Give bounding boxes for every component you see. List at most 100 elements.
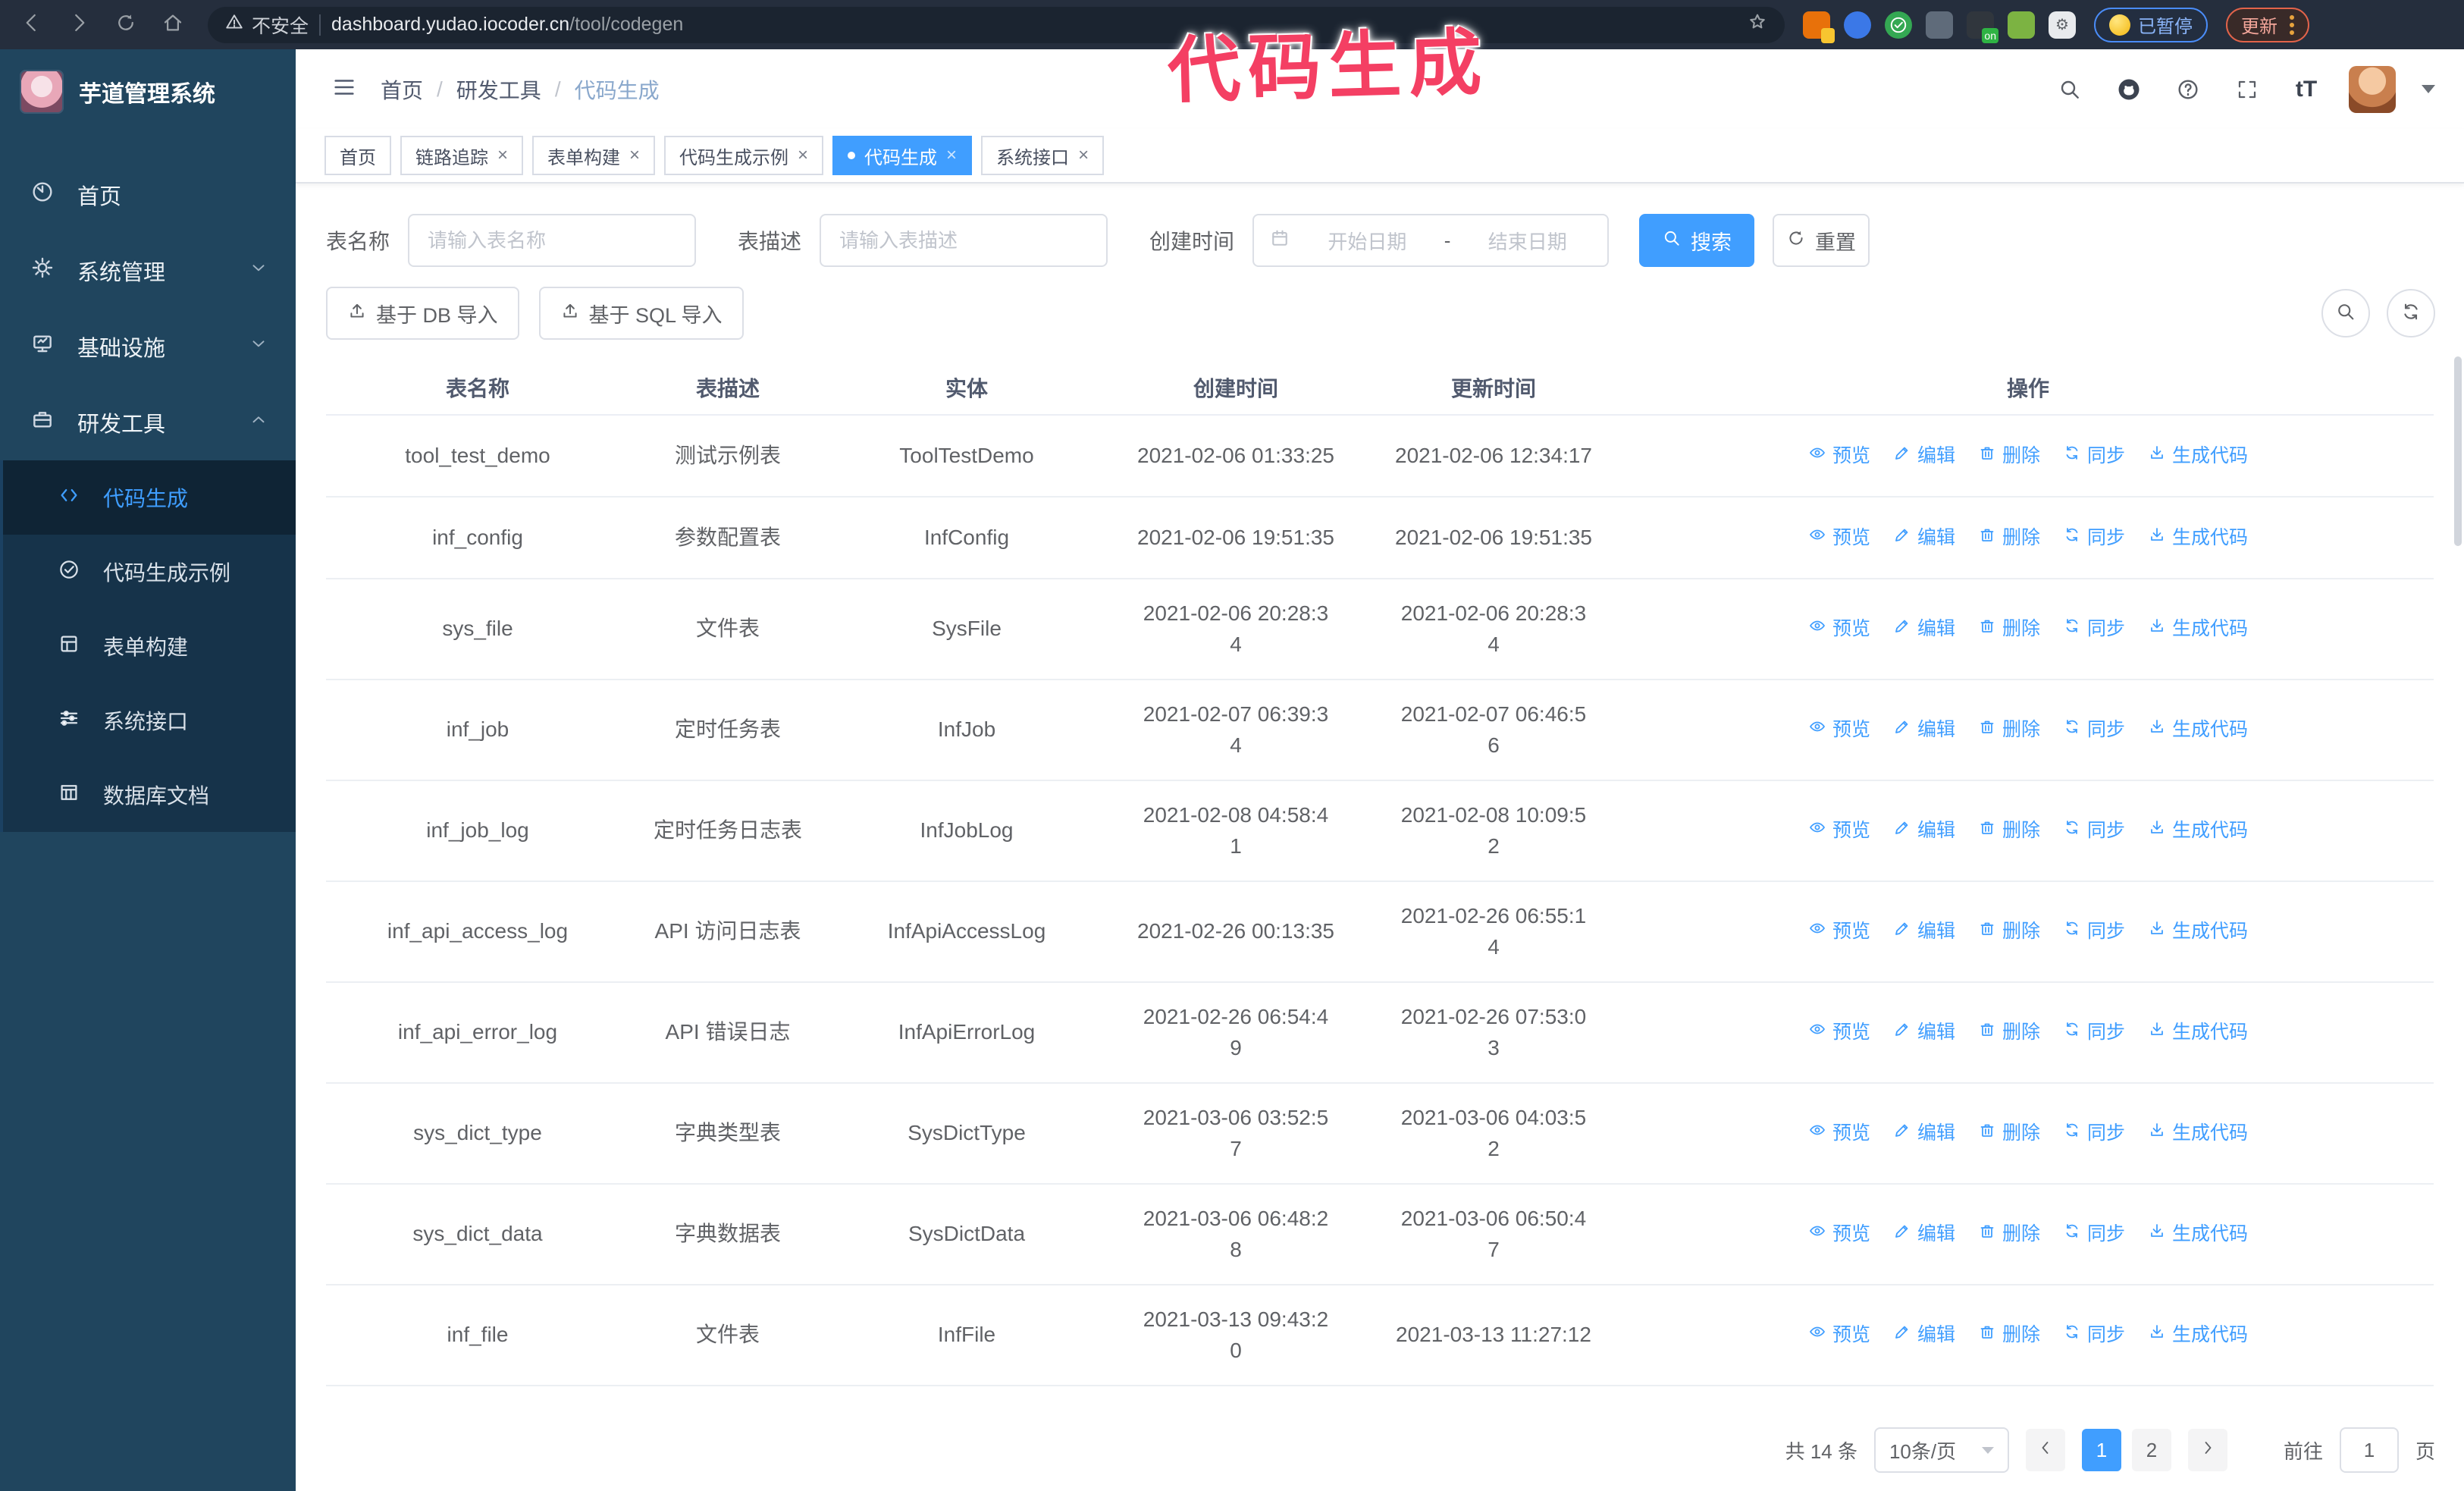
action-生成代码[interactable]: 生成代码 <box>2148 615 2248 642</box>
action-编辑[interactable]: 编辑 <box>1893 1019 1955 1046</box>
action-编辑[interactable]: 编辑 <box>1893 1119 1955 1147</box>
close-icon[interactable]: × <box>629 146 640 165</box>
refresh-table-button[interactable] <box>2387 289 2435 337</box>
tab-表单构建[interactable]: 表单构建 × <box>532 136 656 175</box>
tab-代码生成示例[interactable]: 代码生成示例 × <box>664 136 824 175</box>
bookmark-star-icon[interactable] <box>1747 11 1768 38</box>
action-同步[interactable]: 同步 <box>2063 1220 2125 1248</box>
action-同步[interactable]: 同步 <box>2063 1321 2125 1348</box>
sidebar-subitem-代码生成示例[interactable]: 代码生成示例 <box>3 535 296 609</box>
reset-button[interactable]: 重置 <box>1773 214 1870 267</box>
kebab-menu-icon[interactable] <box>2290 14 2294 35</box>
action-同步[interactable]: 同步 <box>2063 524 2125 551</box>
goto-page-input[interactable] <box>2339 1427 2399 1473</box>
action-预览[interactable]: 预览 <box>1808 524 1870 551</box>
import-sql-button[interactable]: 基于 SQL 导入 <box>538 287 744 340</box>
close-icon[interactable]: × <box>497 146 508 165</box>
breadcrumb-item[interactable]: 研发工具 <box>456 74 541 105</box>
browser-forward-button[interactable] <box>59 5 99 45</box>
action-编辑[interactable]: 编辑 <box>1893 442 1955 469</box>
action-同步[interactable]: 同步 <box>2063 1119 2125 1147</box>
toggle-search-button[interactable] <box>2321 289 2370 337</box>
extension-green-check[interactable] <box>1885 11 1912 39</box>
breadcrumb-item[interactable]: 首页 <box>381 74 423 105</box>
action-编辑[interactable]: 编辑 <box>1893 1321 1955 1348</box>
action-删除[interactable]: 删除 <box>1978 918 2040 945</box>
browser-home-button[interactable] <box>153 5 193 45</box>
sidebar-item-基础设施[interactable]: 基础设施 <box>0 309 296 385</box>
action-预览[interactable]: 预览 <box>1808 1019 1870 1046</box>
fullscreen-icon[interactable] <box>2230 73 2264 106</box>
action-生成代码[interactable]: 生成代码 <box>2148 442 2248 469</box>
close-icon[interactable]: × <box>798 146 808 165</box>
action-预览[interactable]: 预览 <box>1808 716 1870 743</box>
security-chip[interactable]: 不安全 <box>224 11 309 39</box>
action-删除[interactable]: 删除 <box>1978 1321 2040 1348</box>
date-range-picker[interactable]: 开始日期 - 结束日期 <box>1252 214 1610 267</box>
sidebar-logo-row[interactable]: 芋道管理系统 <box>0 49 296 134</box>
action-编辑[interactable]: 编辑 <box>1893 817 1955 844</box>
table-name-input[interactable] <box>408 214 697 267</box>
sidebar-subitem-系统接口[interactable]: 系统接口 <box>3 683 296 758</box>
search-button[interactable]: 搜索 <box>1639 214 1755 267</box>
action-删除[interactable]: 删除 <box>1978 1119 2040 1147</box>
tab-首页[interactable]: 首页 <box>324 136 391 175</box>
extension-puzzle[interactable]: ⚙ <box>2049 11 2076 39</box>
sidebar-subitem-表单构建[interactable]: 表单构建 <box>3 609 296 683</box>
action-编辑[interactable]: 编辑 <box>1893 615 1955 642</box>
tab-系统接口[interactable]: 系统接口 × <box>981 136 1105 175</box>
action-同步[interactable]: 同步 <box>2063 615 2125 642</box>
close-icon[interactable]: × <box>1078 146 1089 165</box>
action-删除[interactable]: 删除 <box>1978 1019 2040 1046</box>
browser-reload-button[interactable] <box>106 5 146 45</box>
action-编辑[interactable]: 编辑 <box>1893 1220 1955 1248</box>
action-生成代码[interactable]: 生成代码 <box>2148 918 2248 945</box>
search-icon[interactable] <box>2053 73 2086 106</box>
action-生成代码[interactable]: 生成代码 <box>2148 1019 2248 1046</box>
close-icon[interactable]: × <box>946 146 957 165</box>
help-icon[interactable] <box>2171 73 2205 106</box>
scrollbar-thumb[interactable] <box>2454 356 2462 546</box>
page-button-2[interactable]: 2 <box>2131 1429 2171 1471</box>
address-bar[interactable]: 不安全 dashboard.yudao.iocoder.cn/tool/code… <box>208 6 1785 43</box>
action-生成代码[interactable]: 生成代码 <box>2148 524 2248 551</box>
action-编辑[interactable]: 编辑 <box>1893 524 1955 551</box>
extension-blue-gem[interactable] <box>1844 11 1871 39</box>
extension-dark-on[interactable]: on <box>1967 11 1998 43</box>
action-删除[interactable]: 删除 <box>1978 524 2040 551</box>
next-page-button[interactable] <box>2187 1429 2227 1471</box>
action-同步[interactable]: 同步 <box>2063 442 2125 469</box>
page-size-select[interactable]: 10条/页 <box>1873 1427 2009 1473</box>
action-同步[interactable]: 同步 <box>2063 1019 2125 1046</box>
prev-page-button[interactable] <box>2025 1429 2065 1471</box>
sidebar-subitem-代码生成[interactable]: 代码生成 <box>3 460 296 535</box>
extension-grid[interactable] <box>1926 11 1953 39</box>
tab-代码生成[interactable]: 代码生成 × <box>832 136 973 175</box>
user-avatar[interactable] <box>2349 65 2396 113</box>
action-编辑[interactable]: 编辑 <box>1893 918 1955 945</box>
action-预览[interactable]: 预览 <box>1808 1220 1870 1248</box>
sidebar-item-研发工具[interactable]: 研发工具 <box>0 385 296 460</box>
font-size-icon[interactable]: tT <box>2290 73 2323 106</box>
action-预览[interactable]: 预览 <box>1808 1321 1870 1348</box>
action-预览[interactable]: 预览 <box>1808 918 1870 945</box>
table-desc-input[interactable] <box>820 214 1108 267</box>
sidebar-item-首页[interactable]: 首页 <box>0 157 296 233</box>
action-删除[interactable]: 删除 <box>1978 817 2040 844</box>
action-删除[interactable]: 删除 <box>1978 716 2040 743</box>
chevron-down-icon[interactable] <box>2422 85 2435 93</box>
action-预览[interactable]: 预览 <box>1808 615 1870 642</box>
action-删除[interactable]: 删除 <box>1978 615 2040 642</box>
collapse-sidebar-button[interactable] <box>324 70 364 109</box>
action-生成代码[interactable]: 生成代码 <box>2148 716 2248 743</box>
extension-green-bot[interactable] <box>2008 11 2035 39</box>
action-预览[interactable]: 预览 <box>1808 1119 1870 1147</box>
sidebar-subitem-数据库文档[interactable]: 数据库文档 <box>3 758 296 832</box>
action-同步[interactable]: 同步 <box>2063 918 2125 945</box>
browser-update-button[interactable]: 更新 <box>2226 7 2309 42</box>
github-icon[interactable] <box>2112 73 2146 106</box>
paused-extension-button[interactable]: 已暂停 <box>2094 7 2208 42</box>
action-删除[interactable]: 删除 <box>1978 1220 2040 1248</box>
browser-back-button[interactable] <box>12 5 52 45</box>
page-button-1[interactable]: 1 <box>2081 1429 2121 1471</box>
